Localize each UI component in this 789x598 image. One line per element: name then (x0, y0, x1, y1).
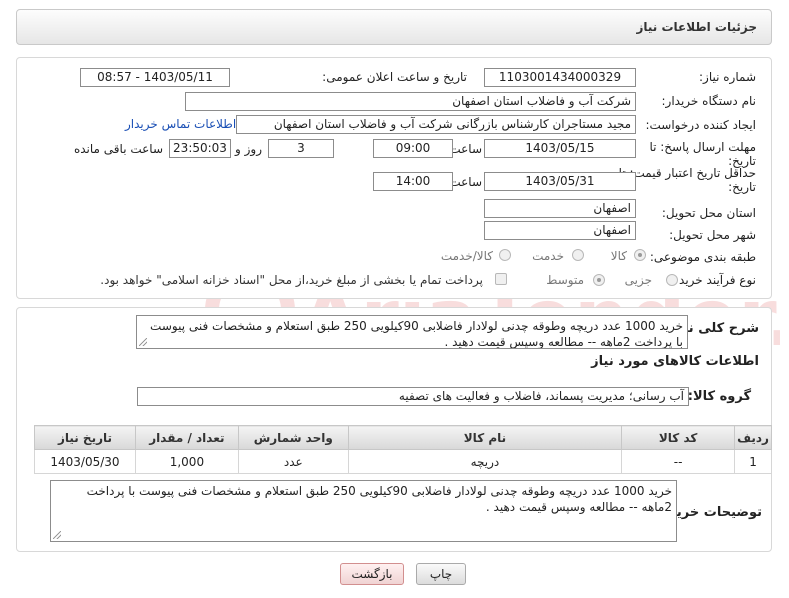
process-radio-minor[interactable] (666, 274, 678, 286)
city-field: اصفهان (484, 221, 636, 240)
buyer-org-field: شرکت آب و فاضلاب استان اصفهان (185, 92, 636, 111)
validity-time-field: 14:00 (373, 172, 453, 191)
process-medium-label: متوسط (546, 273, 584, 287)
validity-label-date: تاریخ: (728, 180, 756, 194)
buyer-contact-link[interactable]: اطلاعات تماس خریدار (125, 117, 236, 131)
days-field: 3 (268, 139, 334, 158)
remaining-label: ساعت باقی مانده (73, 142, 163, 156)
province-label: استان محل تحویل: (661, 206, 756, 220)
col-qty-header: تعداد / مقدار (134, 425, 239, 450)
table-row: 1 -- دریچه عدد 1,000 1403/05/30 (34, 449, 772, 474)
validity-label: حداقل تاریخ اعتبار قیمت: تا (618, 166, 756, 180)
city-label: شهر محل تحویل: (669, 228, 756, 242)
col-date-header: تاریخ نیاز (34, 425, 136, 450)
back-button[interactable]: بازگشت (340, 563, 404, 585)
deadline-time-label: ساعت (449, 142, 482, 156)
col-name-header: نام کالا (347, 425, 623, 450)
cell-name: دریچه (347, 449, 623, 474)
cell-unit: عدد (237, 449, 349, 474)
buyer-notes-text: خرید 1000 عدد دریچه وطوقه چدنی لولادار ف… (86, 484, 672, 514)
resize-grip-icon (53, 531, 61, 539)
goods-table: ردیف کد کالا نام کالا واحد شمارش تعداد /… (34, 425, 772, 474)
treasury-payment-checkbox[interactable] (495, 273, 507, 285)
goods-table-header: ردیف کد کالا نام کالا واحد شمارش تعداد /… (34, 425, 772, 450)
deadline-date-field: 1403/05/15 (484, 139, 636, 158)
resize-grip-icon (139, 338, 147, 346)
category-radio-goods-service[interactable] (499, 249, 511, 261)
category-label: طبقه بندی موضوعی: (649, 250, 756, 264)
announce-label: تاریخ و ساعت اعلان عمومی: (322, 70, 467, 84)
category-service-label: خدمت (532, 249, 564, 263)
category-radio-goods[interactable] (634, 249, 646, 261)
category-goods-label: کالا (610, 249, 627, 263)
goods-group-label: گروه کالا: (687, 389, 751, 404)
buyer-notes-textarea: خرید 1000 عدد دریچه وطوقه چدنی لولادار ف… (50, 480, 677, 542)
deadline-label: مهلت ارسال پاسخ: تا (649, 140, 756, 154)
category-radio-service[interactable] (572, 249, 584, 261)
cell-row: 1 (734, 449, 772, 474)
category-goods-service-label: کالا/خدمت (440, 249, 493, 263)
col-row-header: ردیف (734, 425, 772, 450)
province-field: اصفهان (484, 199, 636, 218)
process-minor-label: جزیی (624, 273, 652, 287)
description-text: خرید 1000 عدد دریچه وطوقه چدنی لولادار ف… (150, 319, 683, 349)
treasury-payment-note: پرداخت تمام یا بخشی از مبلغ خرید،از محل … (100, 273, 483, 287)
description-textarea: خرید 1000 عدد دریچه وطوقه چدنی لولادار ف… (136, 315, 688, 349)
validity-time-label: ساعت (449, 175, 482, 189)
page-header: جزئیات اطلاعات نیاز (16, 9, 772, 45)
cell-code: -- (621, 449, 736, 474)
cell-date: 1403/05/30 (34, 449, 136, 474)
col-code-header: کد کالا (621, 425, 736, 450)
process-label: نوع فرآیند خرید : (671, 273, 756, 287)
validity-date-field: 1403/05/31 (484, 172, 636, 191)
goods-section-title: اطلاعات کالاهای مورد نیاز (591, 354, 759, 369)
announce-datetime-field: 1403/05/11 - 08:57 (80, 68, 230, 87)
cell-qty: 1,000 (134, 449, 239, 474)
creator-field: مجید مستاجران کارشناس بازرگانی شرکت آب و… (236, 115, 636, 134)
need-number-label: شماره نیاز: (699, 70, 756, 84)
deadline-time-field: 09:00 (373, 139, 453, 158)
need-number-field: 1103001434000329 (484, 68, 636, 87)
goods-group-field: آب رسانی؛ مدیریت پسماند، فاضلاب و فعالیت… (137, 387, 689, 406)
remaining-time-field: 23:50:03 (169, 139, 231, 158)
print-button[interactable]: چاپ (416, 563, 466, 585)
process-radio-medium[interactable] (593, 274, 605, 286)
page-title: جزئیات اطلاعات نیاز (636, 20, 757, 34)
days-label: روز و (235, 142, 262, 156)
creator-label: ایجاد کننده درخواست: (645, 118, 756, 132)
buyer-org-label: نام دستگاه خریدار: (661, 94, 757, 108)
col-unit-header: واحد شمارش (237, 425, 349, 450)
